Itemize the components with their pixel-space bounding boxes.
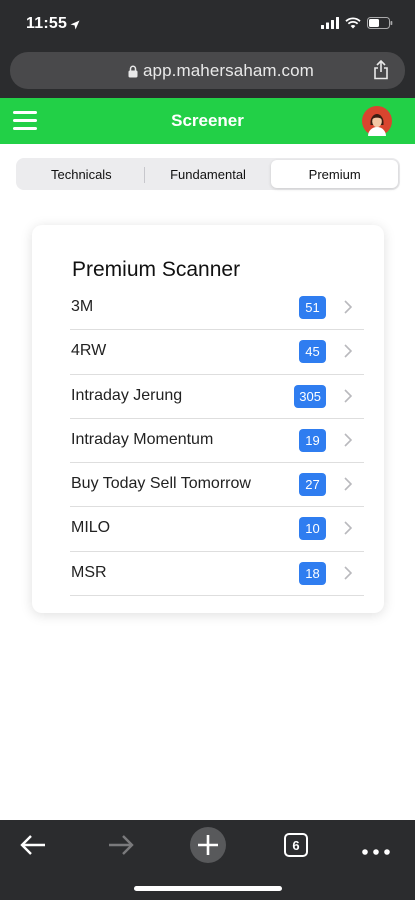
scanner-name: Buy Today Sell Tomorrow bbox=[71, 475, 251, 493]
count-badge: 27 bbox=[299, 473, 326, 497]
count-badge: 305 bbox=[294, 384, 326, 408]
tab-count: 6 bbox=[292, 838, 299, 853]
scanner-name: MILO bbox=[71, 519, 111, 537]
page-title: Screener bbox=[171, 111, 244, 130]
wifi-icon bbox=[345, 16, 361, 34]
scanner-list: 3M 51 4RW 45 Intraday Jerung 305 Intrada… bbox=[70, 286, 364, 597]
chevron-right-icon bbox=[344, 344, 353, 363]
tab-fundamental[interactable]: Fundamental bbox=[145, 160, 272, 188]
tabs-icon[interactable]: 6 bbox=[284, 833, 308, 862]
scanner-item-intraday-momentum[interactable]: Intraday Momentum 19 bbox=[70, 419, 364, 464]
scanner-item-buy-today-sell-tomorrow[interactable]: Buy Today Sell Tomorrow 27 bbox=[70, 463, 364, 508]
premium-scanner-card: Premium Scanner 3M 51 4RW 45 Intraday Je… bbox=[32, 225, 384, 613]
count-badge: 45 bbox=[299, 340, 326, 364]
more-icon[interactable] bbox=[362, 842, 390, 860]
scanner-item-3m[interactable]: 3M 51 bbox=[70, 286, 364, 331]
count-badge: 19 bbox=[299, 428, 326, 452]
scanner-name: Intraday Jerung bbox=[71, 386, 183, 404]
chevron-right-icon bbox=[344, 521, 353, 540]
chevron-right-icon bbox=[344, 566, 353, 585]
scanner-name: 4RW bbox=[71, 342, 107, 360]
tab-technicals[interactable]: Technicals bbox=[18, 160, 145, 188]
tab-premium[interactable]: Premium bbox=[271, 160, 399, 188]
scanner-item-msr[interactable]: MSR 18 bbox=[70, 552, 364, 597]
location-arrow-icon bbox=[70, 17, 80, 35]
forward-icon[interactable] bbox=[108, 834, 134, 861]
status-bar: 11:55 bbox=[0, 0, 415, 46]
url-text: app.mahersaham.com bbox=[143, 61, 314, 80]
segmented-tabs: Technicals Fundamental Premium bbox=[16, 158, 400, 190]
new-tab-icon[interactable] bbox=[190, 827, 226, 868]
address-bar[interactable]: app.mahersaham.com bbox=[10, 52, 405, 89]
avatar[interactable] bbox=[362, 106, 392, 136]
chevron-right-icon bbox=[344, 477, 353, 496]
chevron-right-icon bbox=[344, 389, 353, 408]
scanner-name: MSR bbox=[71, 563, 107, 581]
signal-icon bbox=[321, 16, 339, 34]
scanner-name: Intraday Momentum bbox=[71, 430, 214, 448]
share-icon[interactable] bbox=[372, 59, 390, 85]
scanner-item-intraday-jerung[interactable]: Intraday Jerung 305 bbox=[70, 375, 364, 419]
count-badge: 51 bbox=[299, 296, 326, 319]
status-time: 11:55 bbox=[26, 15, 68, 32]
count-badge: 18 bbox=[299, 561, 326, 585]
scanner-item-4rw[interactable]: 4RW 45 bbox=[70, 330, 364, 375]
scanner-name: 3M bbox=[71, 298, 94, 315]
app-header: Screener bbox=[0, 98, 415, 144]
chevron-right-icon bbox=[344, 433, 353, 452]
back-icon[interactable] bbox=[20, 834, 46, 861]
count-badge: 10 bbox=[299, 517, 326, 541]
battery-icon bbox=[367, 16, 393, 34]
browser-chrome-top: 11:55 app.mahersaham.com bbox=[0, 0, 415, 98]
scanner-item-milo[interactable]: MILO 10 bbox=[70, 507, 364, 552]
lock-icon bbox=[128, 63, 138, 83]
status-indicators bbox=[321, 16, 393, 34]
chevron-right-icon bbox=[344, 300, 353, 319]
card-title: Premium Scanner bbox=[72, 258, 241, 281]
home-indicator bbox=[134, 886, 282, 891]
